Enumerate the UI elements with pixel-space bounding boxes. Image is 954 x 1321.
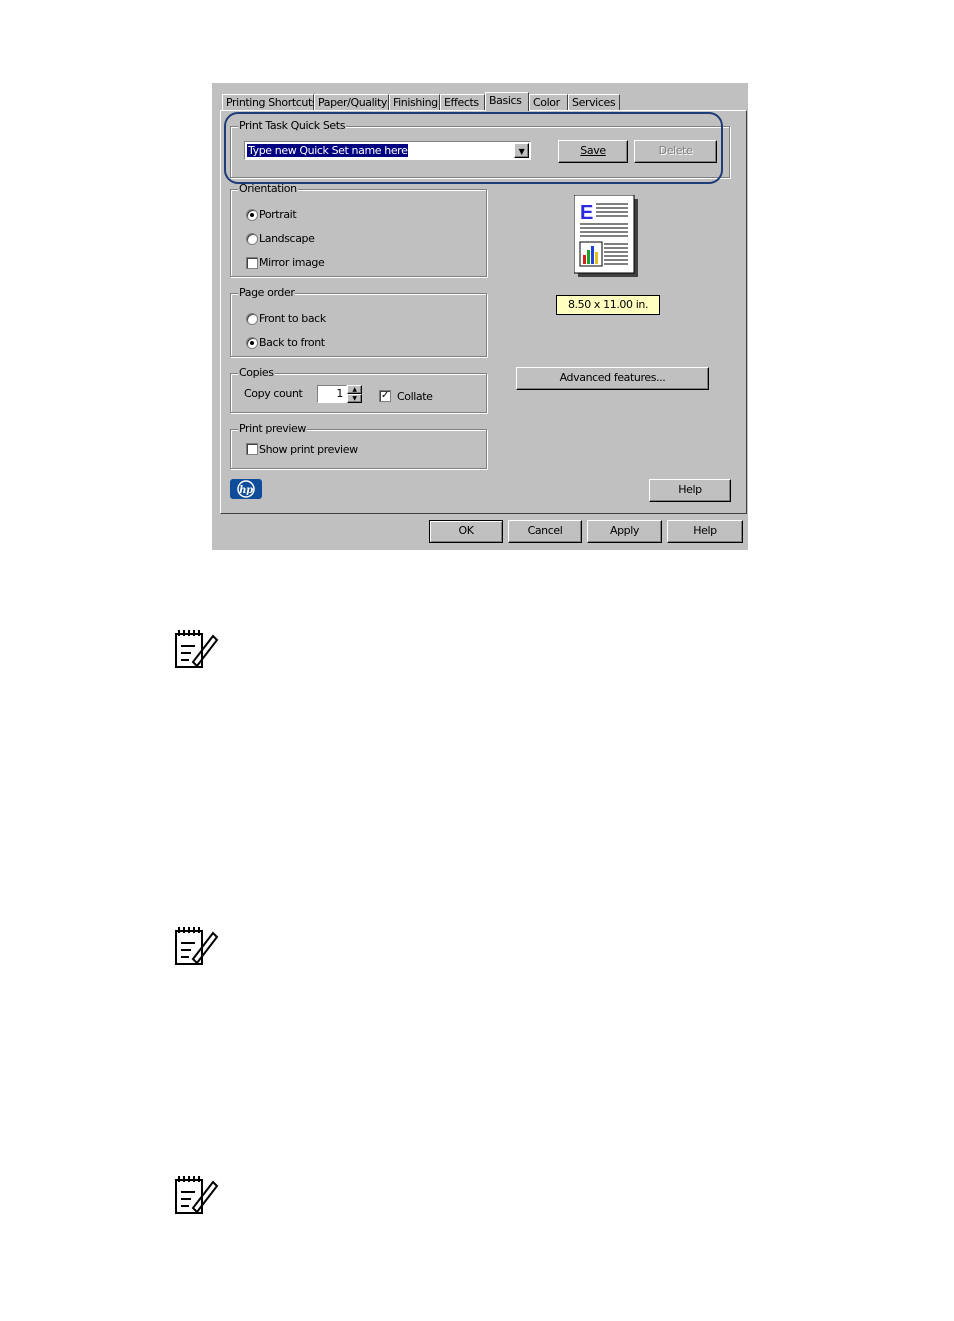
help-label: Help — [693, 524, 717, 537]
tab-label: Printing Shortcuts — [226, 96, 318, 109]
back-to-front-label: Back to front — [259, 336, 325, 349]
apply-label: Apply — [609, 524, 640, 537]
portrait-label: Portrait — [259, 208, 297, 221]
show-print-preview-checkbox[interactable] — [246, 443, 258, 455]
tab-finishing[interactable]: Finishing — [389, 94, 440, 110]
front-to-back-label: Front to back — [259, 312, 326, 325]
save-button-label: Save — [580, 144, 606, 157]
page-preview-image: E — [573, 194, 640, 279]
copies-legend: Copies — [238, 366, 275, 379]
apply-button[interactable]: Apply — [587, 520, 662, 543]
advanced-features-button[interactable]: Advanced features... — [516, 367, 709, 390]
copy-count-value: 1 — [336, 387, 343, 400]
page-order-legend: Page order — [238, 286, 296, 299]
show-print-preview-label: Show print preview — [259, 443, 358, 456]
tab-label: Services — [572, 96, 616, 109]
spin-up-button[interactable]: ▲ — [347, 385, 362, 394]
copy-count-label: Copy count — [244, 387, 303, 400]
tab-label: Basics — [489, 94, 522, 107]
help-button[interactable]: Help — [667, 520, 743, 543]
orientation-legend: Orientation — [238, 182, 298, 195]
svg-text:E: E — [580, 202, 593, 224]
collate-checkbox[interactable]: ✓ — [379, 390, 391, 402]
tab-label: Paper/Quality — [318, 96, 387, 109]
note-icon — [175, 630, 219, 668]
quick-sets-legend: Print Task Quick Sets — [238, 119, 347, 132]
cancel-label: Cancel — [527, 524, 563, 537]
quick-set-combobox[interactable]: Type new Quick Set name here ▼ — [244, 141, 531, 160]
front-to-back-radio[interactable] — [246, 313, 258, 325]
collate-label: Collate — [397, 390, 433, 403]
spin-down-button[interactable]: ▼ — [347, 394, 362, 403]
save-button[interactable]: Save — [558, 140, 628, 163]
svg-text:hp: hp — [239, 485, 253, 496]
tab-basics[interactable]: Basics — [485, 92, 529, 111]
tab-label: Effects — [444, 96, 479, 109]
back-to-front-radio[interactable] — [246, 337, 258, 349]
ok-label: OK — [458, 524, 474, 537]
note-icon — [175, 927, 219, 965]
help-inner-button[interactable]: Help — [649, 479, 731, 502]
tab-effects[interactable]: Effects — [440, 94, 485, 110]
landscape-radio[interactable] — [246, 233, 258, 245]
quick-set-input-text[interactable]: Type new Quick Set name here — [247, 144, 409, 157]
paper-size-text: 8.50 x 11.00 in. — [567, 298, 649, 311]
copy-count-input[interactable]: 1 — [317, 385, 347, 403]
chevron-down-icon: ▼ — [518, 147, 525, 156]
delete-button[interactable]: Delete — [634, 140, 717, 163]
delete-button-label: Delete — [658, 144, 693, 157]
tab-label: Color — [533, 96, 560, 109]
ok-button[interactable]: OK — [429, 520, 503, 543]
printer-properties-dialog: Printing Shortcuts Paper/Quality Finishi… — [212, 83, 748, 550]
help-inner-label: Help — [678, 483, 702, 496]
mirror-image-checkbox[interactable] — [246, 257, 258, 269]
landscape-label: Landscape — [259, 232, 315, 245]
print-preview-legend: Print preview — [238, 422, 307, 435]
dropdown-button[interactable]: ▼ — [514, 143, 529, 158]
note-icon — [175, 1176, 219, 1214]
cancel-button[interactable]: Cancel — [508, 520, 582, 543]
arrow-down-icon: ▼ — [352, 395, 357, 402]
checkmark-icon: ✓ — [381, 390, 389, 401]
tab-label: Finishing — [393, 96, 438, 109]
tab-paper-quality[interactable]: Paper/Quality — [314, 94, 389, 110]
arrow-up-icon: ▲ — [352, 386, 357, 393]
hp-logo: hp — [230, 479, 262, 499]
tab-printing-shortcuts[interactable]: Printing Shortcuts — [222, 94, 318, 110]
advanced-features-label: Advanced features... — [559, 371, 666, 384]
paper-size-label: 8.50 x 11.00 in. — [556, 295, 660, 315]
portrait-radio[interactable] — [246, 209, 258, 221]
tab-color[interactable]: Color — [529, 94, 568, 110]
tab-services[interactable]: Services — [568, 94, 620, 110]
mirror-image-label: Mirror image — [259, 256, 325, 269]
